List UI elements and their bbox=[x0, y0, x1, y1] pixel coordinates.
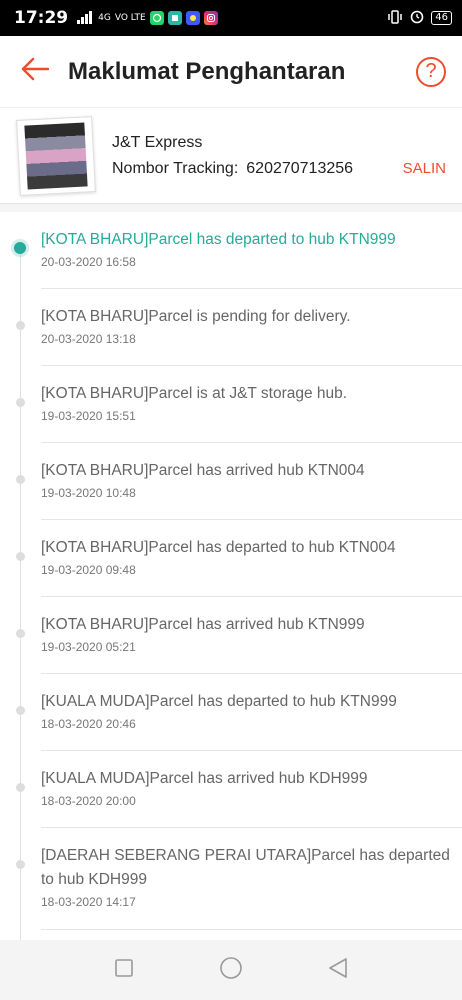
circle-icon bbox=[219, 956, 243, 985]
timeline-event: [KOTA BHARU]Parcel has arrived hub KTN00… bbox=[0, 443, 462, 520]
timeline-dot bbox=[16, 783, 25, 792]
event-time: 19-03-2020 15:51 bbox=[41, 409, 136, 423]
event-description: [KUALA MUDA]Parcel has arrived hub KDH99… bbox=[41, 770, 368, 787]
timeline-dot bbox=[16, 860, 25, 869]
help-button[interactable]: ? bbox=[416, 56, 446, 87]
event-time: 18-03-2020 14:17 bbox=[41, 895, 136, 909]
tracking-label: Nombor Tracking: bbox=[112, 159, 239, 177]
back-nav-button[interactable] bbox=[323, 955, 353, 985]
timeline-event: [KUALA MUDA]Parcel has arrived hub KDH99… bbox=[0, 751, 462, 828]
event-time: 19-03-2020 05:21 bbox=[41, 640, 136, 654]
question-icon: ? bbox=[425, 60, 437, 82]
status-right: 46 bbox=[387, 8, 452, 28]
system-nav-bar bbox=[0, 940, 462, 1000]
product-image bbox=[24, 121, 88, 190]
status-bar: 17:29 4G VO LTE 46 bbox=[0, 0, 462, 36]
event-time: 19-03-2020 09:48 bbox=[41, 563, 136, 577]
section-divider bbox=[0, 204, 462, 212]
whatsapp-icon bbox=[149, 11, 164, 25]
instagram-icon bbox=[203, 11, 218, 25]
tracking-number: 620270713256 bbox=[246, 159, 354, 177]
status-time: 17:29 bbox=[14, 8, 69, 28]
signal-icon bbox=[76, 9, 94, 28]
home-button[interactable] bbox=[216, 955, 246, 985]
timeline-event: [KOTA BHARU]Parcel has departed to hub K… bbox=[0, 520, 462, 597]
event-description: [KOTA BHARU]Parcel is at J&T storage hub… bbox=[41, 385, 348, 402]
event-description: [KOTA BHARU]Parcel has departed to hub K… bbox=[41, 231, 396, 248]
app-icon bbox=[167, 11, 182, 25]
event-description: [DAERAH SEBERANG PERAI UTARA]Parcel has … bbox=[41, 847, 450, 888]
event-description: [KOTA BHARU]Parcel is pending for delive… bbox=[41, 308, 351, 325]
triangle-back-icon bbox=[327, 957, 349, 984]
event-time: 20-03-2020 16:58 bbox=[41, 255, 136, 269]
timeline-event: [DAERAH SEBERANG PERAI UTARA]Parcel has … bbox=[0, 828, 462, 930]
timeline-dot bbox=[16, 629, 25, 638]
timeline-dot bbox=[16, 475, 25, 484]
arrow-left-icon bbox=[20, 57, 50, 86]
alarm-icon bbox=[409, 8, 425, 28]
tracking-timeline: [KOTA BHARU]Parcel has departed to hub K… bbox=[0, 212, 462, 940]
page-title: Maklumat Penghantaran bbox=[68, 57, 346, 85]
event-time: 18-03-2020 20:00 bbox=[41, 794, 136, 808]
event-description: [KUALA MUDA]Parcel has departed to hub K… bbox=[41, 693, 397, 710]
timeline-event: [KOTA BHARU]Parcel has arrived hub KTN99… bbox=[0, 597, 462, 674]
timeline-event: [KUALA MUDA]Parcel has departed to hub K… bbox=[0, 674, 462, 751]
timeline-dot bbox=[16, 552, 25, 561]
back-button[interactable] bbox=[10, 47, 60, 97]
copy-tracking-button[interactable]: SALIN bbox=[403, 160, 446, 177]
shipment-text: J&T Express Nombor Tracking: 62027071325… bbox=[112, 134, 462, 178]
battery-icon: 46 bbox=[431, 11, 452, 25]
timeline-event: [KOTA BHARU]Parcel has departed to hub K… bbox=[0, 212, 462, 289]
timeline-event: [KOTA BHARU]Parcel is at J&T storage hub… bbox=[0, 366, 462, 443]
timeline-dot bbox=[14, 242, 26, 254]
tracking-row: Nombor Tracking: 620270713256 SALIN bbox=[112, 160, 462, 178]
event-time: 19-03-2020 10:48 bbox=[41, 486, 136, 500]
event-time: 20-03-2020 13:18 bbox=[41, 332, 136, 346]
event-description: [KOTA BHARU]Parcel has arrived hub KTN99… bbox=[41, 616, 365, 633]
app-icon bbox=[185, 11, 200, 25]
timeline-dot bbox=[16, 321, 25, 330]
courier-name: J&T Express bbox=[112, 133, 203, 151]
timeline-dot bbox=[16, 706, 25, 715]
network-label: 4G bbox=[98, 12, 111, 23]
status-left-icons: 4G VO LTE bbox=[76, 9, 218, 28]
event-description: [KOTA BHARU]Parcel has departed to hub K… bbox=[41, 539, 396, 556]
square-icon bbox=[114, 958, 134, 983]
timeline-dot bbox=[16, 398, 25, 407]
vibrate-icon bbox=[387, 9, 403, 28]
event-description: [KOTA BHARU]Parcel has arrived hub KTN00… bbox=[41, 462, 365, 479]
app-header: Maklumat Penghantaran ? bbox=[0, 36, 462, 108]
volte-label: VO LTE bbox=[114, 12, 146, 23]
timeline-event: [KOTA BHARU]Parcel is pending for delive… bbox=[0, 289, 462, 366]
product-thumbnail bbox=[16, 115, 96, 196]
event-time: 18-03-2020 20:46 bbox=[41, 717, 136, 731]
shipment-info: J&T Express Nombor Tracking: 62027071325… bbox=[0, 108, 462, 204]
recent-apps-button[interactable] bbox=[109, 955, 139, 985]
